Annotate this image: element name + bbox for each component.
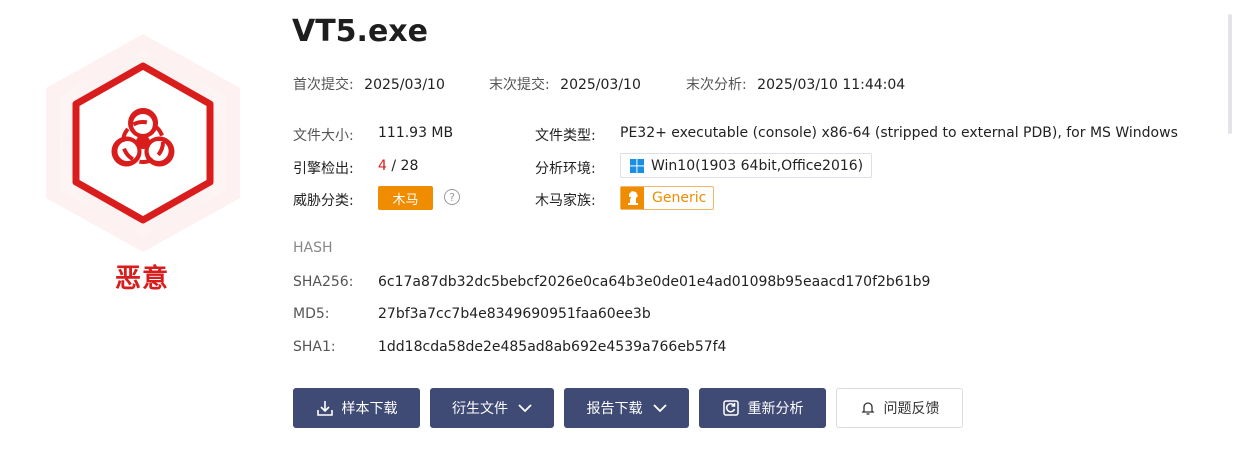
analysis-env-label: 分析环境: xyxy=(535,161,596,177)
file-type-value: PE32+ executable (console) x86-64 (strip… xyxy=(620,125,1178,141)
trojan-family-text: Generic xyxy=(652,190,707,206)
bell-icon xyxy=(860,402,875,415)
file-size-value: 111.93 MB xyxy=(378,125,454,141)
verdict-badge xyxy=(28,30,258,258)
trojan-family-label: 木马家族: xyxy=(535,193,596,209)
file-name-title: VT5.exe xyxy=(292,14,428,49)
help-icon[interactable]: ? xyxy=(444,189,460,205)
sha1-row: SHA1: 1dd18cda58de2e485ad8ab692e4539a766e… xyxy=(293,339,726,355)
sha256-label: SHA256: xyxy=(293,274,354,290)
windows-icon xyxy=(630,158,644,173)
chevron-down-icon xyxy=(652,404,667,413)
engine-detect-value: 4 / 28 xyxy=(378,158,418,174)
trojan-family-icon xyxy=(621,187,644,209)
md5-row: MD5: 27bf3a7cc7b4e8349690951faa60ee3b xyxy=(293,306,651,322)
first-submit-label: 首次提交: xyxy=(293,77,354,93)
last-submit-label: 末次提交: xyxy=(489,77,550,93)
reanalyze-button[interactable]: 重新分析 xyxy=(699,388,826,428)
analysis-env-value: Win10(1903 64bit,Office2016) xyxy=(620,153,872,178)
sha256-row: SHA256: 6c17a87db32dc5bebcf2026e0ca64b3e0… xyxy=(293,274,930,290)
last-analysis-label: 末次分析: xyxy=(686,77,747,93)
report-download-label: 报告下载 xyxy=(586,401,643,417)
last-submit-value: 2025/03/10 xyxy=(560,77,641,93)
md5-label: MD5: xyxy=(293,306,330,322)
engine-total-count: 28 xyxy=(400,158,419,174)
file-type-label: 文件类型: xyxy=(535,128,596,144)
derived-files-label: 衍生文件 xyxy=(452,401,508,417)
rescan-icon xyxy=(722,400,739,416)
hash-heading: HASH xyxy=(293,240,333,256)
download-sample-button[interactable]: 样本下载 xyxy=(293,388,420,428)
reanalyze-label: 重新分析 xyxy=(747,401,804,417)
last-analysis-value: 2025/03/10 11:44:04 xyxy=(757,77,906,93)
engine-separator: / xyxy=(386,158,401,174)
file-size-label: 文件大小: xyxy=(293,128,354,144)
analysis-env-text: Win10(1903 64bit,Office2016) xyxy=(651,157,864,174)
first-submit: 首次提交: 2025/03/10 xyxy=(293,74,445,94)
chevron-down-icon xyxy=(518,404,532,413)
download-sample-label: 样本下载 xyxy=(341,401,398,417)
verdict-label: 恶意 xyxy=(114,264,169,294)
sha256-value: 6c17a87db32dc5bebcf2026e0ca64b3e0de01e4a… xyxy=(378,274,931,290)
file-size-row: 文件大小: xyxy=(293,125,354,145)
engine-detect-label: 引擎检出: xyxy=(293,161,354,177)
engine-detected-count: 4 xyxy=(378,158,387,174)
threat-class-label: 威胁分类: xyxy=(293,193,354,209)
first-submit-value: 2025/03/10 xyxy=(364,77,445,93)
scrollbar[interactable] xyxy=(1228,14,1232,134)
report-download-button[interactable]: 报告下载 xyxy=(564,388,689,428)
file-overview-panel: 恶意 VT5.exe 首次提交: 2025/03/10 末次提交: 2025/0… xyxy=(0,0,1240,466)
md5-value: 27bf3a7cc7b4e8349690951faa60ee3b xyxy=(378,306,651,322)
trojan-family-tag[interactable]: Generic xyxy=(620,186,714,210)
feedback-button[interactable]: 问题反馈 xyxy=(836,388,963,428)
threat-class-tag: 木马 xyxy=(378,186,433,210)
last-submit: 末次提交: 2025/03/10 xyxy=(489,74,641,94)
sha1-value: 1dd18cda58de2e485ad8ab692e4539a766eb57f4 xyxy=(378,339,727,355)
download-icon xyxy=(316,401,333,416)
last-analysis: 末次分析: 2025/03/10 11:44:04 xyxy=(686,74,905,94)
derived-files-button[interactable]: 衍生文件 xyxy=(430,388,554,428)
sha1-label: SHA1: xyxy=(293,339,336,355)
feedback-label: 问题反馈 xyxy=(883,401,940,417)
